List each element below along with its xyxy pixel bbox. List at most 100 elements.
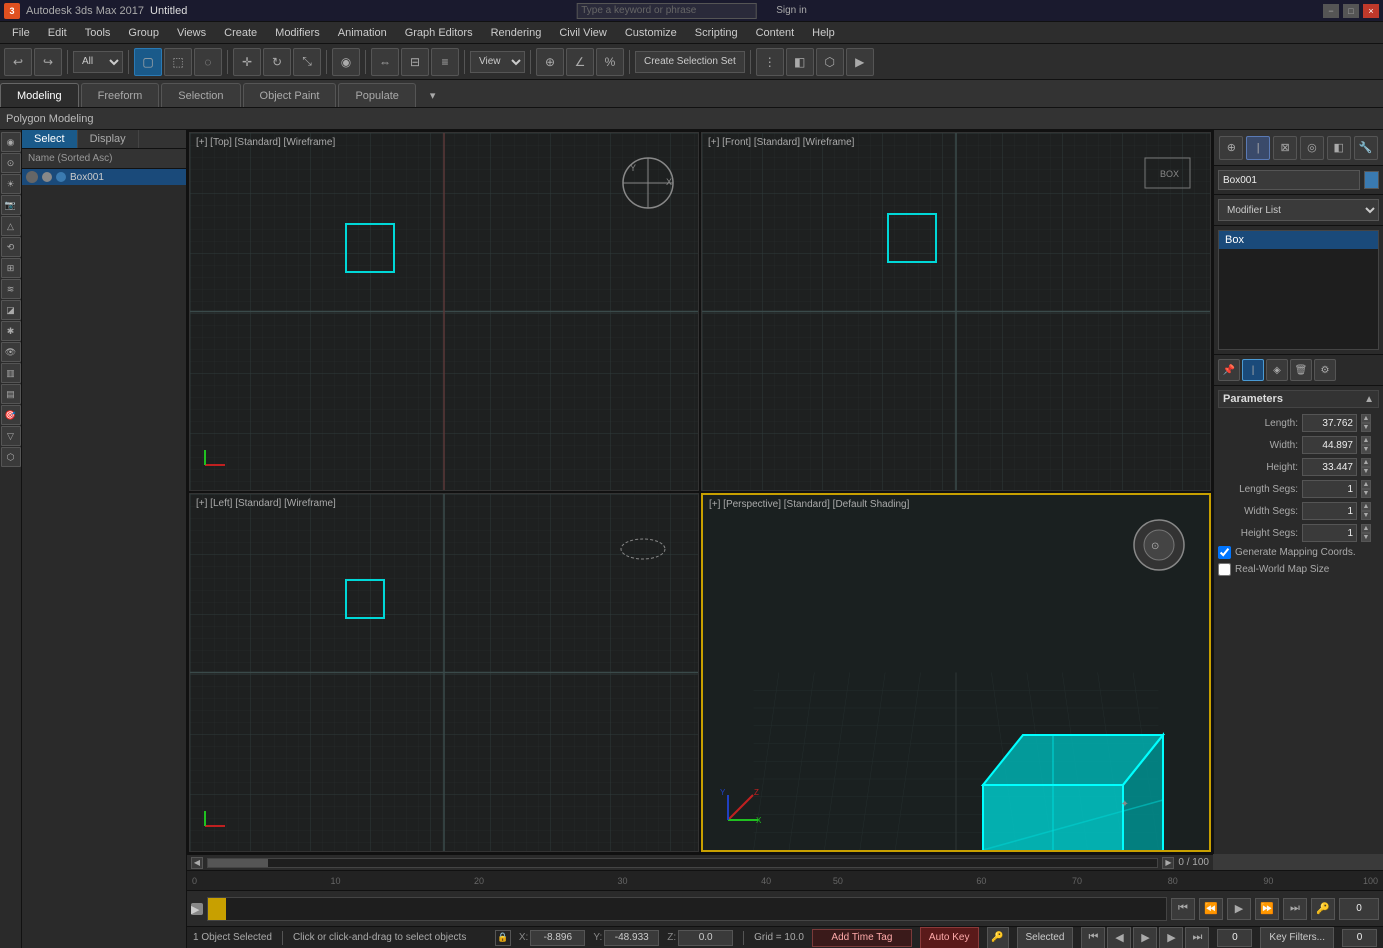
subtab-select[interactable]: Select: [22, 130, 78, 148]
percent-snap-button[interactable]: %: [596, 48, 624, 76]
rp-create-button[interactable]: ⊕: [1219, 136, 1243, 160]
height-segs-spin-down[interactable]: ▼: [1361, 533, 1371, 542]
maximize-button[interactable]: □: [1343, 4, 1359, 18]
viewport-dropdown[interactable]: View: [470, 51, 525, 73]
rp-display-button[interactable]: ◧: [1327, 136, 1351, 160]
menu-item-help[interactable]: Help: [804, 25, 843, 41]
length-spin-down[interactable]: ▼: [1361, 423, 1371, 432]
mini-btn-1[interactable]: ◉: [1, 132, 21, 152]
mini-btn-16[interactable]: ⬡: [1, 447, 21, 467]
mini-btn-4[interactable]: 📷: [1, 195, 21, 215]
width-segs-spin-up[interactable]: ▲: [1361, 502, 1371, 511]
tab-modeling[interactable]: Modeling: [0, 83, 79, 107]
width-input[interactable]: [1302, 436, 1357, 454]
mini-btn-7[interactable]: ⊞: [1, 258, 21, 278]
length-segs-spin-down[interactable]: ▼: [1361, 489, 1371, 498]
key-filters-button[interactable]: Key Filters...: [1260, 927, 1334, 948]
search-box[interactable]: Type a keyword or phrase: [576, 3, 756, 19]
add-time-tag-button[interactable]: Add Time Tag: [812, 929, 912, 947]
status-frame-input2[interactable]: [1342, 929, 1377, 947]
redo-button[interactable]: ↪: [34, 48, 62, 76]
goto-end-button[interactable]: ⏭: [1283, 898, 1307, 920]
width-segs-input[interactable]: [1302, 502, 1357, 520]
make-unique-button[interactable]: ◈: [1266, 359, 1288, 381]
goto-start-button[interactable]: ⏮: [1171, 898, 1195, 920]
scroll-track[interactable]: [207, 858, 1158, 868]
scene-object-box001[interactable]: Box001: [22, 169, 186, 185]
set-key-button[interactable]: 🔑: [987, 927, 1009, 948]
undo-button[interactable]: ↩: [4, 48, 32, 76]
scale-button[interactable]: ⤡: [293, 48, 321, 76]
length-spin-up[interactable]: ▲: [1361, 414, 1371, 423]
select-lasso-button[interactable]: ◌: [194, 48, 222, 76]
mini-btn-8[interactable]: ≋: [1, 279, 21, 299]
timeline-playhead[interactable]: [208, 898, 226, 920]
params-header[interactable]: Parameters ▲: [1218, 390, 1379, 408]
height-segs-spin-up[interactable]: ▲: [1361, 524, 1371, 533]
object-color-swatch[interactable]: [1364, 171, 1379, 189]
viewport-left[interactable]: [+] [Left] [Standard] [Wireframe]: [189, 493, 699, 852]
width-spin-up[interactable]: ▲: [1361, 436, 1371, 445]
mini-btn-2[interactable]: ⊙: [1, 153, 21, 173]
mini-btn-14[interactable]: 🎯: [1, 405, 21, 425]
selected-button[interactable]: Selected: [1017, 927, 1074, 948]
rotate-button[interactable]: ↻: [263, 48, 291, 76]
next-frame-button[interactable]: ⏩: [1255, 898, 1279, 920]
rp-motion-button[interactable]: ◎: [1300, 136, 1324, 160]
select-region-button[interactable]: ⬚: [164, 48, 192, 76]
rp-utilities-button[interactable]: 🔧: [1354, 136, 1378, 160]
move-button[interactable]: ✛: [233, 48, 261, 76]
pin-modifier-button[interactable]: 📌: [1218, 359, 1240, 381]
menu-item-modifiers[interactable]: Modifiers: [267, 25, 328, 41]
height-input[interactable]: [1302, 458, 1357, 476]
mini-btn-12[interactable]: ▥: [1, 363, 21, 383]
modifier-box[interactable]: Box: [1219, 231, 1378, 249]
rp-modify-button[interactable]: |: [1246, 136, 1270, 160]
menu-item-file[interactable]: File: [4, 25, 38, 41]
status-frame-input[interactable]: [1217, 929, 1252, 947]
key-mode-button[interactable]: 🔑: [1311, 898, 1335, 920]
render-setup-button[interactable]: ⬡: [816, 48, 844, 76]
status-prev[interactable]: ◀: [1107, 927, 1131, 948]
mini-btn-9[interactable]: ◪: [1, 300, 21, 320]
width-segs-spin-down[interactable]: ▼: [1361, 511, 1371, 520]
configure-modifier-sets-button[interactable]: ⚙: [1314, 359, 1336, 381]
play-button[interactable]: ▶: [1227, 898, 1251, 920]
minimize-button[interactable]: −: [1323, 4, 1339, 18]
filter-dropdown[interactable]: All: [73, 51, 123, 73]
menu-item-group[interactable]: Group: [120, 25, 167, 41]
object-name-input[interactable]: [1218, 170, 1360, 190]
sign-in-button[interactable]: Sign in: [776, 5, 807, 16]
viewport-perspective[interactable]: [+] [Perspective] [Standard] [Default Sh…: [701, 493, 1211, 852]
remove-modifier-button[interactable]: 🗑: [1290, 359, 1312, 381]
render-button[interactable]: ▶: [846, 48, 874, 76]
lock-icon[interactable]: 🔒: [495, 930, 511, 946]
schematic-view-button[interactable]: ⋮: [756, 48, 784, 76]
menu-item-content[interactable]: Content: [748, 25, 803, 41]
tab-extra-btn[interactable]: ▾: [418, 83, 448, 107]
menu-item-graph-editors[interactable]: Graph Editors: [397, 25, 481, 41]
align-button[interactable]: ⊟: [401, 48, 429, 76]
auto-key-button[interactable]: Auto Key: [920, 927, 979, 948]
tab-populate[interactable]: Populate: [338, 83, 415, 107]
real-world-checkbox[interactable]: [1218, 563, 1231, 576]
prev-frame-button[interactable]: ⏪: [1199, 898, 1223, 920]
select-button[interactable]: ▢: [134, 48, 162, 76]
show-end-result-button[interactable]: |: [1242, 359, 1264, 381]
status-goto-start[interactable]: ⏮: [1081, 927, 1105, 948]
menu-item-customize[interactable]: Customize: [617, 25, 685, 41]
rp-hierarchy-button[interactable]: ⊠: [1273, 136, 1297, 160]
subtab-display[interactable]: Display: [78, 130, 139, 148]
length-input[interactable]: [1302, 414, 1357, 432]
height-spin-down[interactable]: ▼: [1361, 467, 1371, 476]
layer-button[interactable]: ≡: [431, 48, 459, 76]
height-segs-input[interactable]: [1302, 524, 1357, 542]
snap-toggle-button[interactable]: ⊕: [536, 48, 564, 76]
menu-item-create[interactable]: Create: [216, 25, 265, 41]
viewport-top[interactable]: [+] [Top] [Standard] [Wireframe] Y X: [189, 132, 699, 491]
timeline-track[interactable]: [207, 897, 1167, 921]
status-goto-end[interactable]: ⏭: [1185, 927, 1209, 948]
scroll-right-button[interactable]: ▶: [1162, 857, 1174, 869]
mini-btn-13[interactable]: ▤: [1, 384, 21, 404]
tab-object-paint[interactable]: Object Paint: [243, 83, 337, 107]
